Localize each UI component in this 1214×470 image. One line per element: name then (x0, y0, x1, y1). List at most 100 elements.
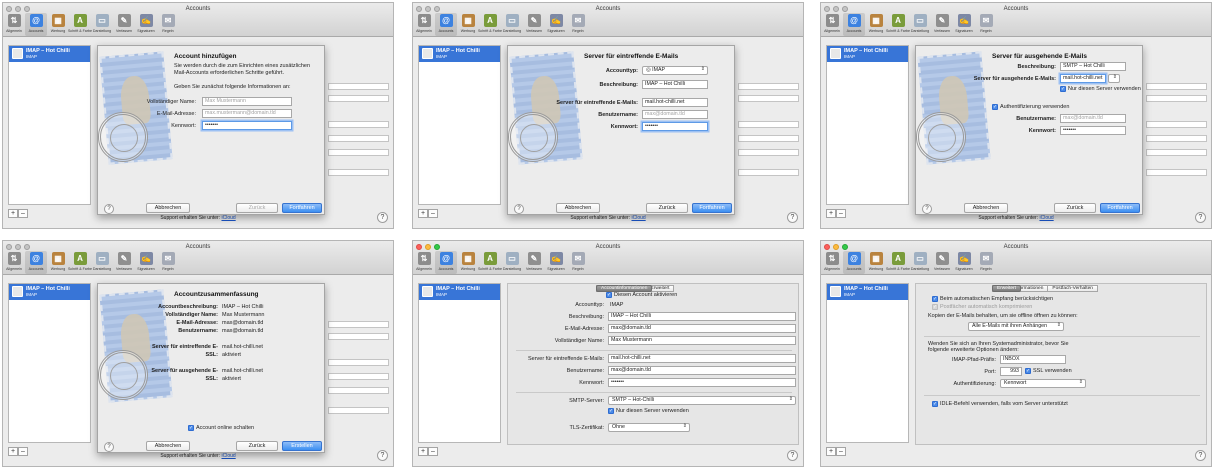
description-field[interactable]: SMTP – Hot Chilli (1060, 62, 1126, 71)
toolbar-item-verfassen[interactable]: ✎ Verfassen (931, 13, 953, 36)
imap-prefix-field[interactable]: INBOX (1000, 355, 1066, 364)
toolbar-item-regeln[interactable]: ✉ Regeln (975, 251, 997, 274)
tab-advanced[interactable]: Erweitert (992, 285, 1021, 292)
username-field[interactable]: max@domain.tld (608, 366, 796, 375)
email-field[interactable]: max@domain.tld (608, 324, 796, 333)
toolbar-item-darstellung[interactable]: ▭ Darstellung (909, 13, 931, 36)
toolbar-item-verfassen[interactable]: ✎ Verfassen (113, 13, 135, 36)
toolbar-item-werbung[interactable]: ▦ Werbung (865, 13, 887, 36)
sheet-help-button[interactable]: ? (104, 442, 114, 452)
add-account-button[interactable]: + (418, 447, 428, 456)
add-account-button[interactable]: + (826, 447, 836, 456)
password-field[interactable]: ••••••• (608, 378, 796, 387)
cancel-button[interactable]: Abbrechen (964, 203, 1008, 213)
username-field[interactable]: max@domain.tld (642, 110, 708, 119)
tab-mailbox-behavior[interactable]: Postfach-Verhalten (1047, 285, 1098, 292)
remove-account-button[interactable]: – (836, 447, 846, 456)
back-button[interactable]: Zurück (1054, 203, 1096, 213)
toolbar-item-accounts[interactable]: @ Accounts (435, 251, 457, 274)
toolbar-item-accounts[interactable]: @ Accounts (25, 251, 47, 274)
password-field[interactable]: ••••••• (1060, 126, 1126, 135)
toolbar-item-darstellung[interactable]: ▭ Darstellung (501, 13, 523, 36)
support-link[interactable]: iCloud (221, 453, 235, 459)
toolbar-item-regeln[interactable]: ✉ Regeln (567, 251, 589, 274)
email-field[interactable]: max.mustermann@domain.tld (202, 109, 292, 118)
only-this-server-checkbox[interactable]: ✓ Nur diesen Server verwenden (1060, 86, 1141, 92)
server-popup-button[interactable]: ⇕ (1108, 74, 1120, 83)
continue-button[interactable]: Fortfahren (1100, 203, 1140, 213)
toolbar-item-schrift-farbe[interactable]: A Schrift & Farbe (886, 251, 910, 274)
cancel-button[interactable]: Abbrechen (146, 441, 190, 451)
toolbar-item-allgemein[interactable]: ⇅ Allgemein (821, 13, 843, 36)
toolbar-item-darstellung[interactable]: ▭ Darstellung (91, 13, 113, 36)
toolbar-item-allgemein[interactable]: ⇅ Allgemein (821, 251, 843, 274)
toolbar-item-regeln[interactable]: ✉ Regeln (975, 13, 997, 36)
toolbar-item-schrift-farbe[interactable]: A Schrift & Farbe (886, 13, 910, 36)
toolbar-item-werbung[interactable]: ▦ Werbung (47, 13, 69, 36)
account-item-hot-chilli[interactable]: IMAP – Hot Chilli IMAP (827, 46, 908, 62)
toolbar-item-allgemein[interactable]: ⇅ Allgemein (413, 13, 435, 36)
full-name-field[interactable]: Max Mustermann (202, 97, 292, 106)
toolbar-item-regeln[interactable]: ✉ Regeln (157, 13, 179, 36)
toolbar-item-verfassen[interactable]: ✎ Verfassen (523, 251, 545, 274)
username-field[interactable]: max@domain.tld (1060, 114, 1126, 123)
password-field[interactable]: ••••••• (642, 122, 708, 131)
password-field[interactable]: ••••••• (202, 121, 292, 130)
use-idle-checkbox[interactable]: ✓ IDLE-Befehl verwenden, falls vom Server… (932, 401, 1068, 407)
toolbar-item-signaturen[interactable]: ✍ Signaturen (135, 13, 157, 36)
remove-account-button[interactable]: – (428, 447, 438, 456)
help-button[interactable]: ? (377, 212, 388, 223)
incoming-server-field[interactable]: mail.hot-chilli.net (642, 98, 708, 107)
support-link[interactable]: iCloud (1039, 215, 1053, 221)
toolbar-item-signaturen[interactable]: ✍ Signaturen (545, 251, 567, 274)
continue-button[interactable]: Fortfahren (692, 203, 732, 213)
cancel-button[interactable]: Abbrechen (146, 203, 190, 213)
toolbar-item-verfassen[interactable]: ✎ Verfassen (113, 251, 135, 274)
sheet-help-button[interactable]: ? (514, 204, 524, 214)
account-item-hot-chilli[interactable]: IMAP – Hot Chilli IMAP (827, 284, 908, 300)
help-button[interactable]: ? (1195, 450, 1206, 461)
account-item-hot-chilli[interactable]: IMAP – Hot Chilli IMAP (419, 284, 500, 300)
only-this-server-checkbox[interactable]: ✓ Nur diesen Server verwenden (608, 408, 689, 414)
full-name-field[interactable]: Max Mustermann (608, 336, 796, 345)
toolbar-item-verfassen[interactable]: ✎ Verfassen (931, 251, 953, 274)
toolbar-item-accounts[interactable]: @ Accounts (435, 13, 457, 36)
outgoing-server-field[interactable]: mail.hot-chilli.net (1060, 74, 1106, 83)
incoming-server-field[interactable]: mail.hot-chilli.net (608, 354, 796, 363)
toolbar-item-werbung[interactable]: ▦ Werbung (457, 13, 479, 36)
sheet-help-button[interactable]: ? (922, 204, 932, 214)
use-authentication-checkbox[interactable]: ✓ Authentifizierung verwenden (992, 104, 1069, 110)
support-link[interactable]: iCloud (631, 215, 645, 221)
toolbar-item-accounts[interactable]: @ Accounts (843, 13, 865, 36)
continue-button[interactable]: Fortfahren (282, 203, 322, 213)
toolbar-item-werbung[interactable]: ▦ Werbung (865, 251, 887, 274)
toolbar-item-accounts[interactable]: @ Accounts (25, 13, 47, 36)
help-button[interactable]: ? (377, 450, 388, 461)
toolbar-item-schrift-farbe[interactable]: A Schrift & Farbe (478, 251, 502, 274)
account-item-hot-chilli[interactable]: IMAP – Hot Chilli IMAP (9, 284, 90, 300)
help-button[interactable]: ? (787, 212, 798, 223)
toolbar-item-darstellung[interactable]: ▭ Darstellung (91, 251, 113, 274)
support-link[interactable]: iCloud (221, 215, 235, 221)
help-button[interactable]: ? (787, 450, 798, 461)
smtp-server-select[interactable]: SMTP – Hot-Chilli ⇕ (608, 396, 796, 405)
toolbar-item-signaturen[interactable]: ✍ Signaturen (135, 251, 157, 274)
toolbar-item-signaturen[interactable]: ✍ Signaturen (545, 13, 567, 36)
help-button[interactable]: ? (1195, 212, 1206, 223)
description-field[interactable]: IMAP – Hot Chilli (608, 312, 796, 321)
description-field[interactable]: IMAP – Hot Chilli (642, 80, 708, 89)
account-item-hot-chilli[interactable]: IMAP – Hot Chilli IMAP (419, 46, 500, 62)
account-type-select[interactable]: ◎ IMAP ⇕ (642, 66, 708, 75)
toolbar-item-werbung[interactable]: ▦ Werbung (47, 251, 69, 274)
tab-account-information[interactable]: Accountinformationen (596, 285, 653, 292)
toolbar-item-darstellung[interactable]: ▭ Darstellung (909, 251, 931, 274)
account-item-hot-chilli[interactable]: IMAP – Hot Chilli IMAP (9, 46, 90, 62)
toolbar-item-darstellung[interactable]: ▭ Darstellung (501, 251, 523, 274)
offline-copies-select[interactable]: Alle E-Mails mit ihren Anhängen ⇕ (968, 322, 1064, 331)
port-field[interactable]: 993 (1000, 367, 1022, 376)
toolbar-item-schrift-farbe[interactable]: A Schrift & Farbe (68, 251, 92, 274)
tls-certificate-select[interactable]: Ohne ⇕ (608, 423, 690, 432)
create-button[interactable]: Erstellen (282, 441, 322, 451)
account-online-checkbox[interactable]: ✓ Account online schalten (188, 425, 254, 431)
toolbar-item-werbung[interactable]: ▦ Werbung (457, 251, 479, 274)
